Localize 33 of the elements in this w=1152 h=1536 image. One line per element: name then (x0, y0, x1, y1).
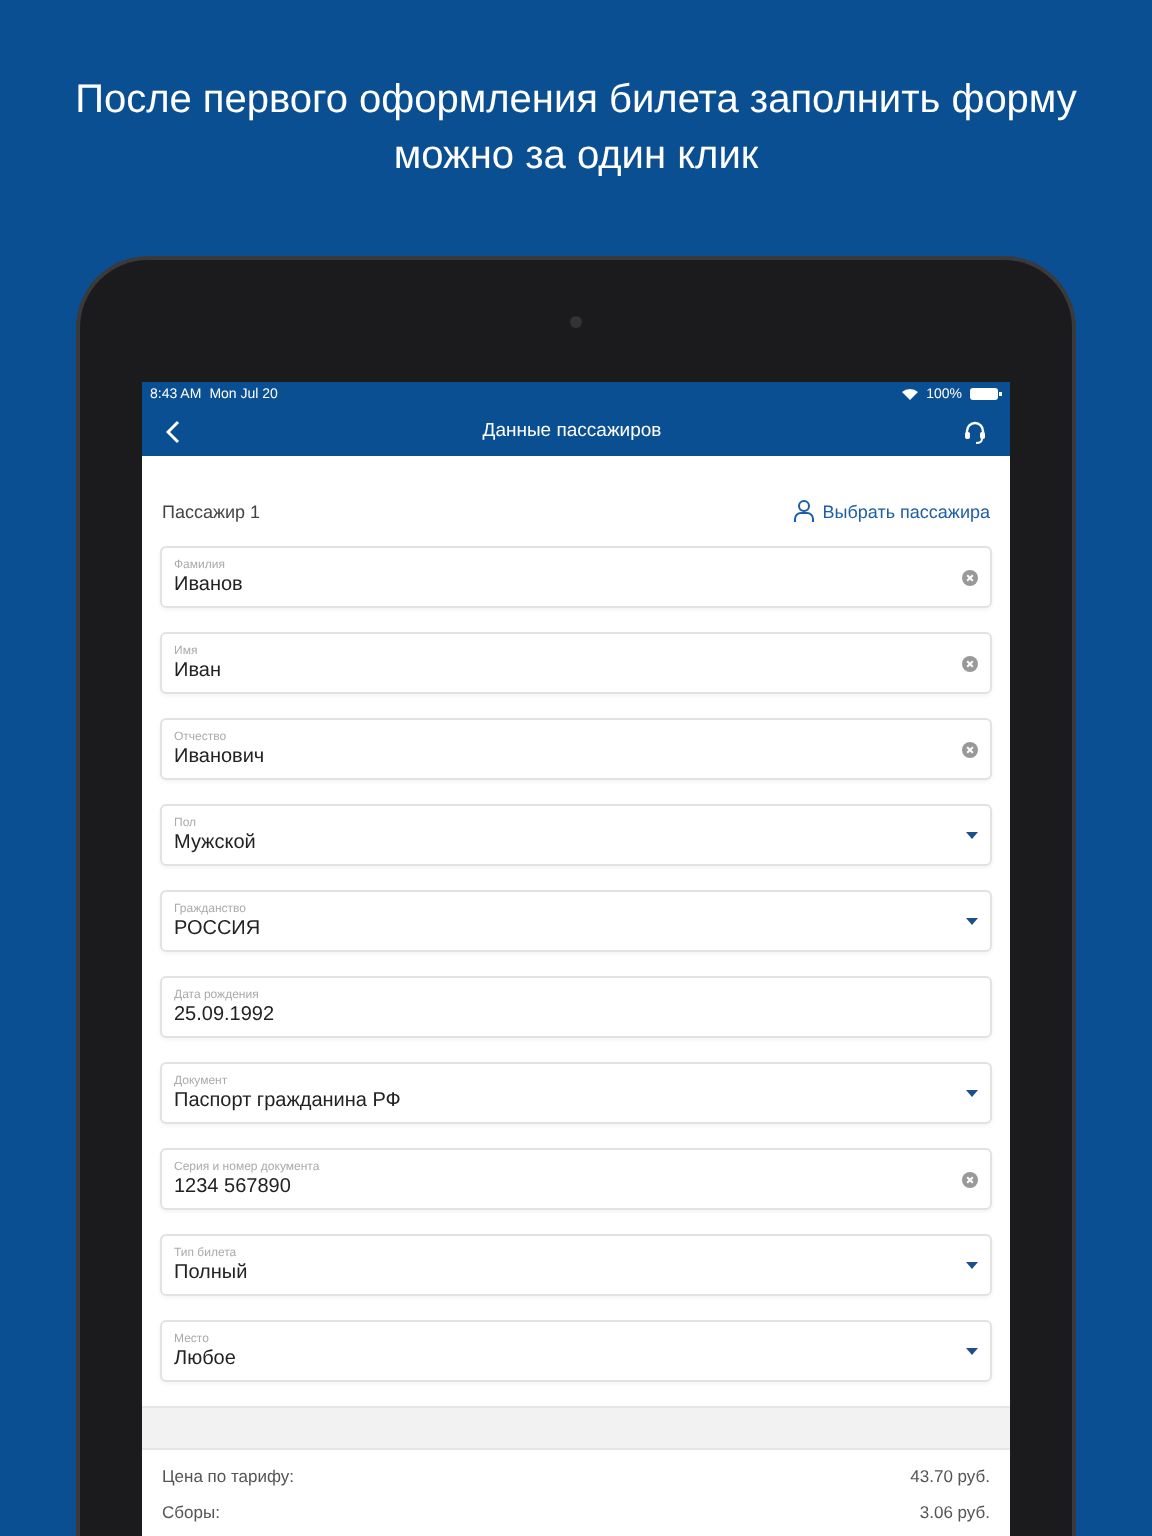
person-icon (794, 500, 815, 522)
caret-icon[interactable] (966, 1089, 978, 1097)
wifi-icon (902, 388, 919, 400)
clear-icon[interactable] (962, 655, 978, 671)
headline: После первого оформления билета заполнить форму можно за один клик (73, 76, 1079, 182)
field-value: Иванов (174, 573, 243, 595)
field-value: Иванович (174, 745, 265, 767)
field-value: 1234 567890 (174, 1175, 293, 1197)
price-value: 43.70 руб. (910, 1466, 990, 1486)
headset-icon[interactable] (963, 419, 986, 443)
field-value: Паспорт гражданина РФ (174, 1089, 401, 1111)
field-value: Мужской (174, 831, 256, 853)
clear-icon[interactable] (962, 741, 978, 757)
passenger-label: Пассажир 1 (162, 502, 261, 522)
caret-icon[interactable] (966, 831, 978, 839)
price-label: Сборы: (162, 1502, 220, 1522)
field-value: Иван (174, 659, 221, 681)
clear-icon[interactable] (962, 1171, 978, 1187)
field-value: 25.09.1992 (174, 1003, 275, 1025)
field-value: Любое (174, 1347, 236, 1369)
price-value: 3.06 руб. (919, 1502, 990, 1522)
camera-icon (570, 316, 582, 328)
price-label: Цена по тарифу: (162, 1466, 294, 1486)
caret-icon[interactable] (966, 917, 978, 925)
field-value: РОССИЯ (174, 917, 261, 939)
nav-title: Данные пассажиров (482, 420, 662, 442)
back-icon[interactable] (166, 419, 180, 443)
choose-passenger-button[interactable]: Выбрать пассажира (794, 500, 990, 522)
caret-icon[interactable] (966, 1261, 978, 1269)
field-value: Полный (174, 1261, 248, 1283)
battery-icon (970, 388, 1002, 400)
clear-icon[interactable] (962, 569, 978, 585)
caret-icon[interactable] (966, 1347, 978, 1355)
